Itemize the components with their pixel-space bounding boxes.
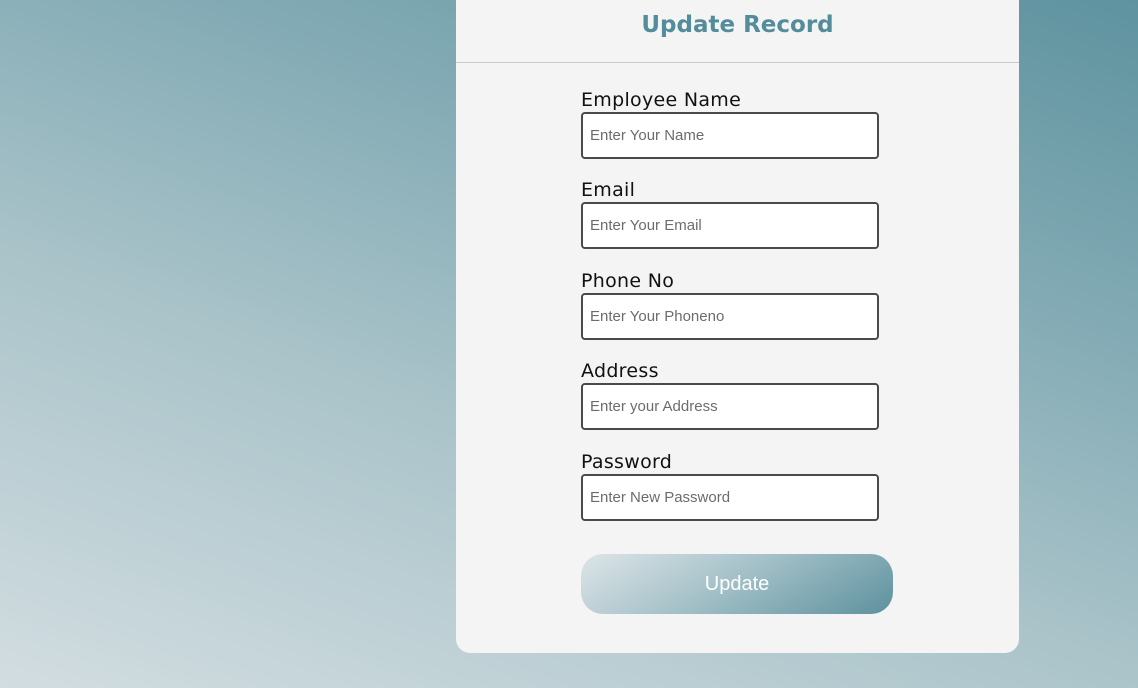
- email-label: Email: [581, 179, 636, 201]
- employee-name-label: Employee Name: [581, 89, 742, 111]
- phone-label: Phone No: [581, 270, 675, 292]
- phone-field-group: Phone No: [581, 270, 881, 340]
- card-header: Update Record: [456, 0, 1019, 63]
- email-field-group: Email: [581, 179, 881, 249]
- address-input[interactable]: [581, 383, 879, 430]
- page-title: Update Record: [641, 12, 834, 38]
- email-input[interactable]: [581, 202, 879, 249]
- update-button[interactable]: Update: [581, 554, 893, 614]
- address-label: Address: [581, 360, 659, 382]
- employee-name-input[interactable]: [581, 112, 879, 159]
- update-record-card: Update Record Employee Name Email Phone …: [456, 0, 1019, 653]
- employee-name-field-group: Employee Name: [581, 89, 881, 159]
- address-field-group: Address: [581, 360, 881, 430]
- password-field-group: Password: [581, 451, 881, 521]
- password-label: Password: [581, 451, 673, 473]
- phone-input[interactable]: [581, 293, 879, 340]
- password-input[interactable]: [581, 474, 879, 521]
